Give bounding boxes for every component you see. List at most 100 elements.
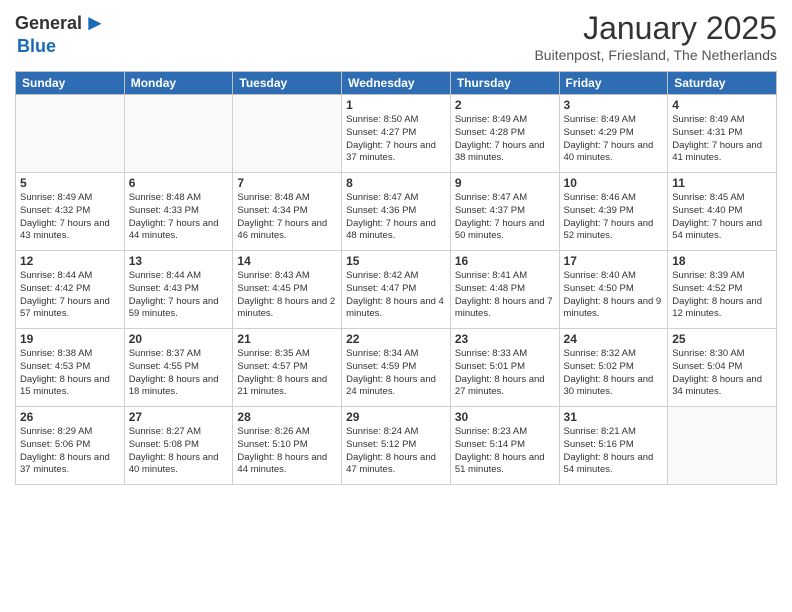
weekday-header: Saturday: [668, 72, 777, 95]
day-number: 15: [346, 254, 446, 268]
day-info: Sunrise: 8:44 AM Sunset: 4:42 PM Dayligh…: [20, 270, 120, 321]
day-number: 12: [20, 254, 120, 268]
calendar-cell: 24 Sunrise: 8:32 AM Sunset: 5:02 PM Dayli…: [559, 329, 668, 407]
calendar-cell: 11 Sunrise: 8:45 AM Sunset: 4:40 PM Dayli…: [668, 173, 777, 251]
day-number: 1: [346, 98, 446, 112]
day-number: 28: [237, 410, 337, 424]
calendar-cell: 16 Sunrise: 8:41 AM Sunset: 4:48 PM Dayli…: [450, 251, 559, 329]
day-number: 27: [129, 410, 229, 424]
calendar-cell: 17Sunrise: 8:40 AM Sunset: 4:50 PM Dayli…: [559, 251, 668, 329]
calendar-cell: 31Sunrise: 8:21 AM Sunset: 5:16 PM Dayli…: [559, 407, 668, 485]
day-info: Sunrise: 8:49 AM Sunset: 4:29 PM Dayligh…: [564, 114, 664, 165]
day-number: 17: [564, 254, 664, 268]
day-number: 26: [20, 410, 120, 424]
day-info: Sunrise: 8:35 AM Sunset: 4:57 PM Dayligh…: [237, 348, 337, 399]
calendar-cell: 2 Sunrise: 8:49 AM Sunset: 4:28 PM Daylig…: [450, 95, 559, 173]
weekday-header: Wednesday: [342, 72, 451, 95]
calendar-cell: 3 Sunrise: 8:49 AM Sunset: 4:29 PM Daylig…: [559, 95, 668, 173]
day-info: Sunrise: 8:45 AM Sunset: 4:40 PM Dayligh…: [672, 192, 772, 243]
calendar-cell: 30 Sunrise: 8:23 AM Sunset: 5:14 PM Dayli…: [450, 407, 559, 485]
day-number: 11: [672, 176, 772, 190]
logo-general: General: [15, 13, 82, 34]
calendar-cell: 15 Sunrise: 8:42 AM Sunset: 4:47 PM Dayli…: [342, 251, 451, 329]
day-info: Sunrise: 8:49 AM Sunset: 4:28 PM Dayligh…: [455, 114, 555, 165]
day-number: 13: [129, 254, 229, 268]
day-number: 9: [455, 176, 555, 190]
calendar-cell: 13 Sunrise: 8:44 AM Sunset: 4:43 PM Dayli…: [124, 251, 233, 329]
calendar-cell: 1 Sunrise: 8:50 AM Sunset: 4:27 PM Daylig…: [342, 95, 451, 173]
day-info: Sunrise: 8:44 AM Sunset: 4:43 PM Dayligh…: [129, 270, 229, 321]
day-number: 4: [672, 98, 772, 112]
day-info: Sunrise: 8:32 AM Sunset: 5:02 PM Dayligh…: [564, 348, 664, 399]
location: Buitenpost, Friesland, The Netherlands: [534, 47, 777, 63]
calendar-cell: [233, 95, 342, 173]
day-info: Sunrise: 8:38 AM Sunset: 4:53 PM Dayligh…: [20, 348, 120, 399]
calendar-row: 5 Sunrise: 8:49 AM Sunset: 4:32 PM Daylig…: [16, 173, 777, 251]
day-number: 18: [672, 254, 772, 268]
day-number: 29: [346, 410, 446, 424]
logo: General ► Blue: [15, 10, 106, 57]
day-info: Sunrise: 8:49 AM Sunset: 4:31 PM Dayligh…: [672, 114, 772, 165]
day-info: Sunrise: 8:33 AM Sunset: 5:01 PM Dayligh…: [455, 348, 555, 399]
calendar-cell: 22 Sunrise: 8:34 AM Sunset: 4:59 PM Dayli…: [342, 329, 451, 407]
calendar-header-row: SundayMondayTuesdayWednesdayThursdayFrid…: [16, 72, 777, 95]
day-info: Sunrise: 8:37 AM Sunset: 4:55 PM Dayligh…: [129, 348, 229, 399]
day-info: Sunrise: 8:48 AM Sunset: 4:33 PM Dayligh…: [129, 192, 229, 243]
day-number: 21: [237, 332, 337, 346]
day-info: Sunrise: 8:39 AM Sunset: 4:52 PM Dayligh…: [672, 270, 772, 321]
day-info: Sunrise: 8:41 AM Sunset: 4:48 PM Dayligh…: [455, 270, 555, 321]
calendar-cell: 26 Sunrise: 8:29 AM Sunset: 5:06 PM Dayli…: [16, 407, 125, 485]
logo-text: General ►: [15, 10, 106, 36]
day-info: Sunrise: 8:42 AM Sunset: 4:47 PM Dayligh…: [346, 270, 446, 321]
calendar-cell: 23Sunrise: 8:33 AM Sunset: 5:01 PM Dayli…: [450, 329, 559, 407]
day-info: Sunrise: 8:43 AM Sunset: 4:45 PM Dayligh…: [237, 270, 337, 321]
day-number: 22: [346, 332, 446, 346]
calendar-table: SundayMondayTuesdayWednesdayThursdayFrid…: [15, 71, 777, 485]
day-number: 8: [346, 176, 446, 190]
header: General ► Blue January 2025 Buitenpost, …: [15, 10, 777, 63]
day-info: Sunrise: 8:27 AM Sunset: 5:08 PM Dayligh…: [129, 426, 229, 477]
day-number: 25: [672, 332, 772, 346]
day-number: 5: [20, 176, 120, 190]
logo-blue: Blue: [17, 36, 56, 56]
day-number: 16: [455, 254, 555, 268]
calendar-cell: [668, 407, 777, 485]
weekday-header: Tuesday: [233, 72, 342, 95]
day-number: 20: [129, 332, 229, 346]
calendar-cell: 27 Sunrise: 8:27 AM Sunset: 5:08 PM Dayli…: [124, 407, 233, 485]
calendar-cell: 19 Sunrise: 8:38 AM Sunset: 4:53 PM Dayli…: [16, 329, 125, 407]
day-number: 3: [564, 98, 664, 112]
calendar-cell: [124, 95, 233, 173]
calendar-cell: 29 Sunrise: 8:24 AM Sunset: 5:12 PM Dayli…: [342, 407, 451, 485]
day-info: Sunrise: 8:26 AM Sunset: 5:10 PM Dayligh…: [237, 426, 337, 477]
day-info: Sunrise: 8:21 AM Sunset: 5:16 PM Dayligh…: [564, 426, 664, 477]
calendar-cell: 8 Sunrise: 8:47 AM Sunset: 4:36 PM Daylig…: [342, 173, 451, 251]
day-info: Sunrise: 8:47 AM Sunset: 4:36 PM Dayligh…: [346, 192, 446, 243]
day-info: Sunrise: 8:34 AM Sunset: 4:59 PM Dayligh…: [346, 348, 446, 399]
day-number: 10: [564, 176, 664, 190]
day-info: Sunrise: 8:50 AM Sunset: 4:27 PM Dayligh…: [346, 114, 446, 165]
calendar-cell: 21 Sunrise: 8:35 AM Sunset: 4:57 PM Dayli…: [233, 329, 342, 407]
calendar-cell: [16, 95, 125, 173]
day-info: Sunrise: 8:24 AM Sunset: 5:12 PM Dayligh…: [346, 426, 446, 477]
calendar-row: 12 Sunrise: 8:44 AM Sunset: 4:42 PM Dayli…: [16, 251, 777, 329]
logo-icon: ►: [84, 10, 106, 36]
calendar-cell: 4 Sunrise: 8:49 AM Sunset: 4:31 PM Daylig…: [668, 95, 777, 173]
weekday-header: Monday: [124, 72, 233, 95]
calendar-cell: 7Sunrise: 8:48 AM Sunset: 4:34 PM Daylig…: [233, 173, 342, 251]
calendar-row: 26 Sunrise: 8:29 AM Sunset: 5:06 PM Dayli…: [16, 407, 777, 485]
day-number: 30: [455, 410, 555, 424]
day-info: Sunrise: 8:29 AM Sunset: 5:06 PM Dayligh…: [20, 426, 120, 477]
day-number: 24: [564, 332, 664, 346]
day-number: 7: [237, 176, 337, 190]
day-info: Sunrise: 8:23 AM Sunset: 5:14 PM Dayligh…: [455, 426, 555, 477]
day-number: 2: [455, 98, 555, 112]
weekday-header: Friday: [559, 72, 668, 95]
weekday-header: Sunday: [16, 72, 125, 95]
weekday-header: Thursday: [450, 72, 559, 95]
page: General ► Blue January 2025 Buitenpost, …: [0, 0, 792, 612]
day-number: 19: [20, 332, 120, 346]
day-info: Sunrise: 8:49 AM Sunset: 4:32 PM Dayligh…: [20, 192, 120, 243]
day-number: 14: [237, 254, 337, 268]
day-info: Sunrise: 8:46 AM Sunset: 4:39 PM Dayligh…: [564, 192, 664, 243]
